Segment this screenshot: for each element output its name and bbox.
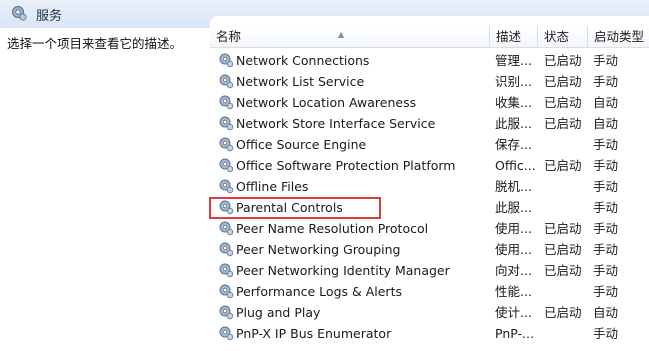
service-startup-type: 手动	[593, 284, 619, 299]
service-startup-type: 手动	[593, 179, 619, 194]
table-row[interactable]: Network Location Awareness 收集... 已启动 自动	[210, 92, 649, 113]
service-status	[544, 197, 590, 218]
service-status	[544, 323, 590, 344]
service-startup-type: 自动	[593, 305, 619, 320]
service-description: 向对...	[495, 263, 532, 278]
service-description: 保存...	[495, 137, 532, 152]
service-startup-type: 手动	[593, 74, 619, 89]
service-description: 脱机...	[495, 179, 532, 194]
table-row[interactable]: Network Connections 管理... 已启动 手动	[210, 50, 649, 71]
service-name: Peer Name Resolution Protocol	[236, 221, 429, 236]
column-header-name[interactable]: ▲ 名称	[210, 26, 490, 48]
table-row[interactable]: Office Software Protection Platform Offic…	[210, 155, 649, 176]
service-startup-type: 手动	[593, 263, 619, 278]
column-header-status-label: 状态	[544, 29, 570, 44]
service-startup-type: 手动	[593, 242, 619, 257]
service-status	[544, 134, 590, 155]
service-description: 性能...	[495, 284, 532, 299]
service-status: 已启动	[544, 53, 582, 68]
service-description: 此服...	[495, 200, 532, 215]
gear-service-icon	[219, 263, 234, 278]
service-name: PnP-X IP Bus Enumerator	[236, 326, 392, 341]
service-status: 已启动	[544, 116, 582, 131]
column-header-startup-label: 启动类型	[594, 29, 645, 44]
gear-service-icon	[219, 221, 234, 236]
column-header-startup-type[interactable]: 启动类型	[588, 26, 649, 48]
gear-service-icon	[12, 6, 27, 21]
gear-service-icon	[219, 284, 234, 299]
gear-service-icon	[219, 116, 234, 131]
gear-service-icon	[219, 158, 234, 173]
gear-service-icon	[219, 326, 234, 341]
service-description: 管理...	[495, 53, 532, 68]
gear-service-icon	[219, 53, 234, 68]
service-description: 使用...	[495, 242, 532, 257]
gear-service-icon	[219, 137, 234, 152]
gear-service-icon	[219, 179, 234, 194]
column-header-name-label: 名称	[216, 29, 242, 44]
service-name: Network List Service	[236, 74, 365, 89]
table-row[interactable]: Performance Logs & Alerts 性能... 手动	[210, 281, 649, 302]
services-list[interactable]: ▲ 名称 描述 状态 启动类型 Network Connections 管理...…	[210, 16, 649, 351]
table-row[interactable]: Office Source Engine 保存... 手动	[210, 134, 649, 155]
column-header-description[interactable]: 描述	[490, 26, 538, 48]
service-status: 已启动	[544, 74, 582, 89]
description-pane: 选择一个项目来查看它的描述。	[0, 28, 210, 351]
table-row[interactable]: Peer Name Resolution Protocol 使用... 已启动 手动	[210, 218, 649, 239]
service-status: 已启动	[544, 95, 582, 110]
service-description: Offic...	[495, 158, 536, 173]
table-row[interactable]: Network List Service 识别... 已启动 手动	[210, 71, 649, 92]
service-startup-type: 手动	[593, 221, 619, 236]
table-row[interactable]: Network Store Interface Service 此服... 已启动自…	[210, 113, 649, 134]
column-header-status[interactable]: 状态	[538, 26, 588, 48]
service-status: 已启动	[544, 221, 582, 236]
description-hint: 选择一个项目来查看它的描述。	[7, 36, 183, 51]
gear-service-icon	[219, 242, 234, 257]
service-status: 已启动	[544, 242, 582, 257]
service-status: 已启动	[544, 158, 582, 173]
service-status: 已启动	[544, 263, 582, 278]
gear-service-icon	[219, 305, 234, 320]
service-description: 使用...	[495, 221, 532, 236]
gear-service-icon	[219, 74, 234, 89]
service-name: Performance Logs & Alerts	[236, 284, 402, 299]
service-startup-type: 手动	[593, 200, 619, 215]
service-status: 已启动	[544, 305, 582, 320]
service-name: Peer Networking Identity Manager	[236, 263, 450, 278]
table-row[interactable]: Peer Networking Identity Manager 向对... 已启动…	[210, 260, 649, 281]
service-name: Network Connections	[236, 53, 370, 68]
sort-ascending-icon: ▲	[338, 30, 345, 39]
service-name: Network Location Awareness	[236, 95, 417, 110]
service-startup-type: 自动	[593, 116, 619, 131]
table-row[interactable]: Peer Networking Grouping 使用... 已启动 手动	[210, 239, 649, 260]
table-row[interactable]: Plug and Play 使计... 已启动 自动	[210, 302, 649, 323]
service-description: 收集...	[495, 95, 532, 110]
service-status	[544, 281, 590, 302]
column-header-description-label: 描述	[496, 29, 522, 44]
header-title: 服务	[36, 9, 63, 24]
service-description: 识别...	[495, 74, 532, 89]
service-startup-type: 自动	[593, 95, 619, 110]
service-startup-type: 手动	[593, 326, 619, 341]
service-name: Office Source Engine	[236, 137, 367, 152]
service-description: 使计...	[495, 305, 532, 320]
table-row[interactable]: Offline Files 脱机... 手动	[210, 176, 649, 197]
service-name: Plug and Play	[236, 305, 321, 320]
service-startup-type: 手动	[593, 158, 619, 173]
gear-service-icon	[219, 95, 234, 110]
service-status	[544, 176, 590, 197]
service-name: Offline Files	[236, 179, 309, 194]
service-name: Office Software Protection Platform	[236, 158, 456, 173]
service-name: Peer Networking Grouping	[236, 242, 401, 257]
service-description: 此服...	[495, 116, 532, 131]
service-startup-type: 手动	[593, 137, 619, 152]
service-description: PnP-...	[495, 326, 534, 341]
service-startup-type: 手动	[593, 53, 619, 68]
service-name: Network Store Interface Service	[236, 116, 436, 131]
highlight-box	[209, 197, 381, 219]
table-row[interactable]: PnP-X IP Bus Enumerator PnP-... 手动	[210, 323, 649, 344]
